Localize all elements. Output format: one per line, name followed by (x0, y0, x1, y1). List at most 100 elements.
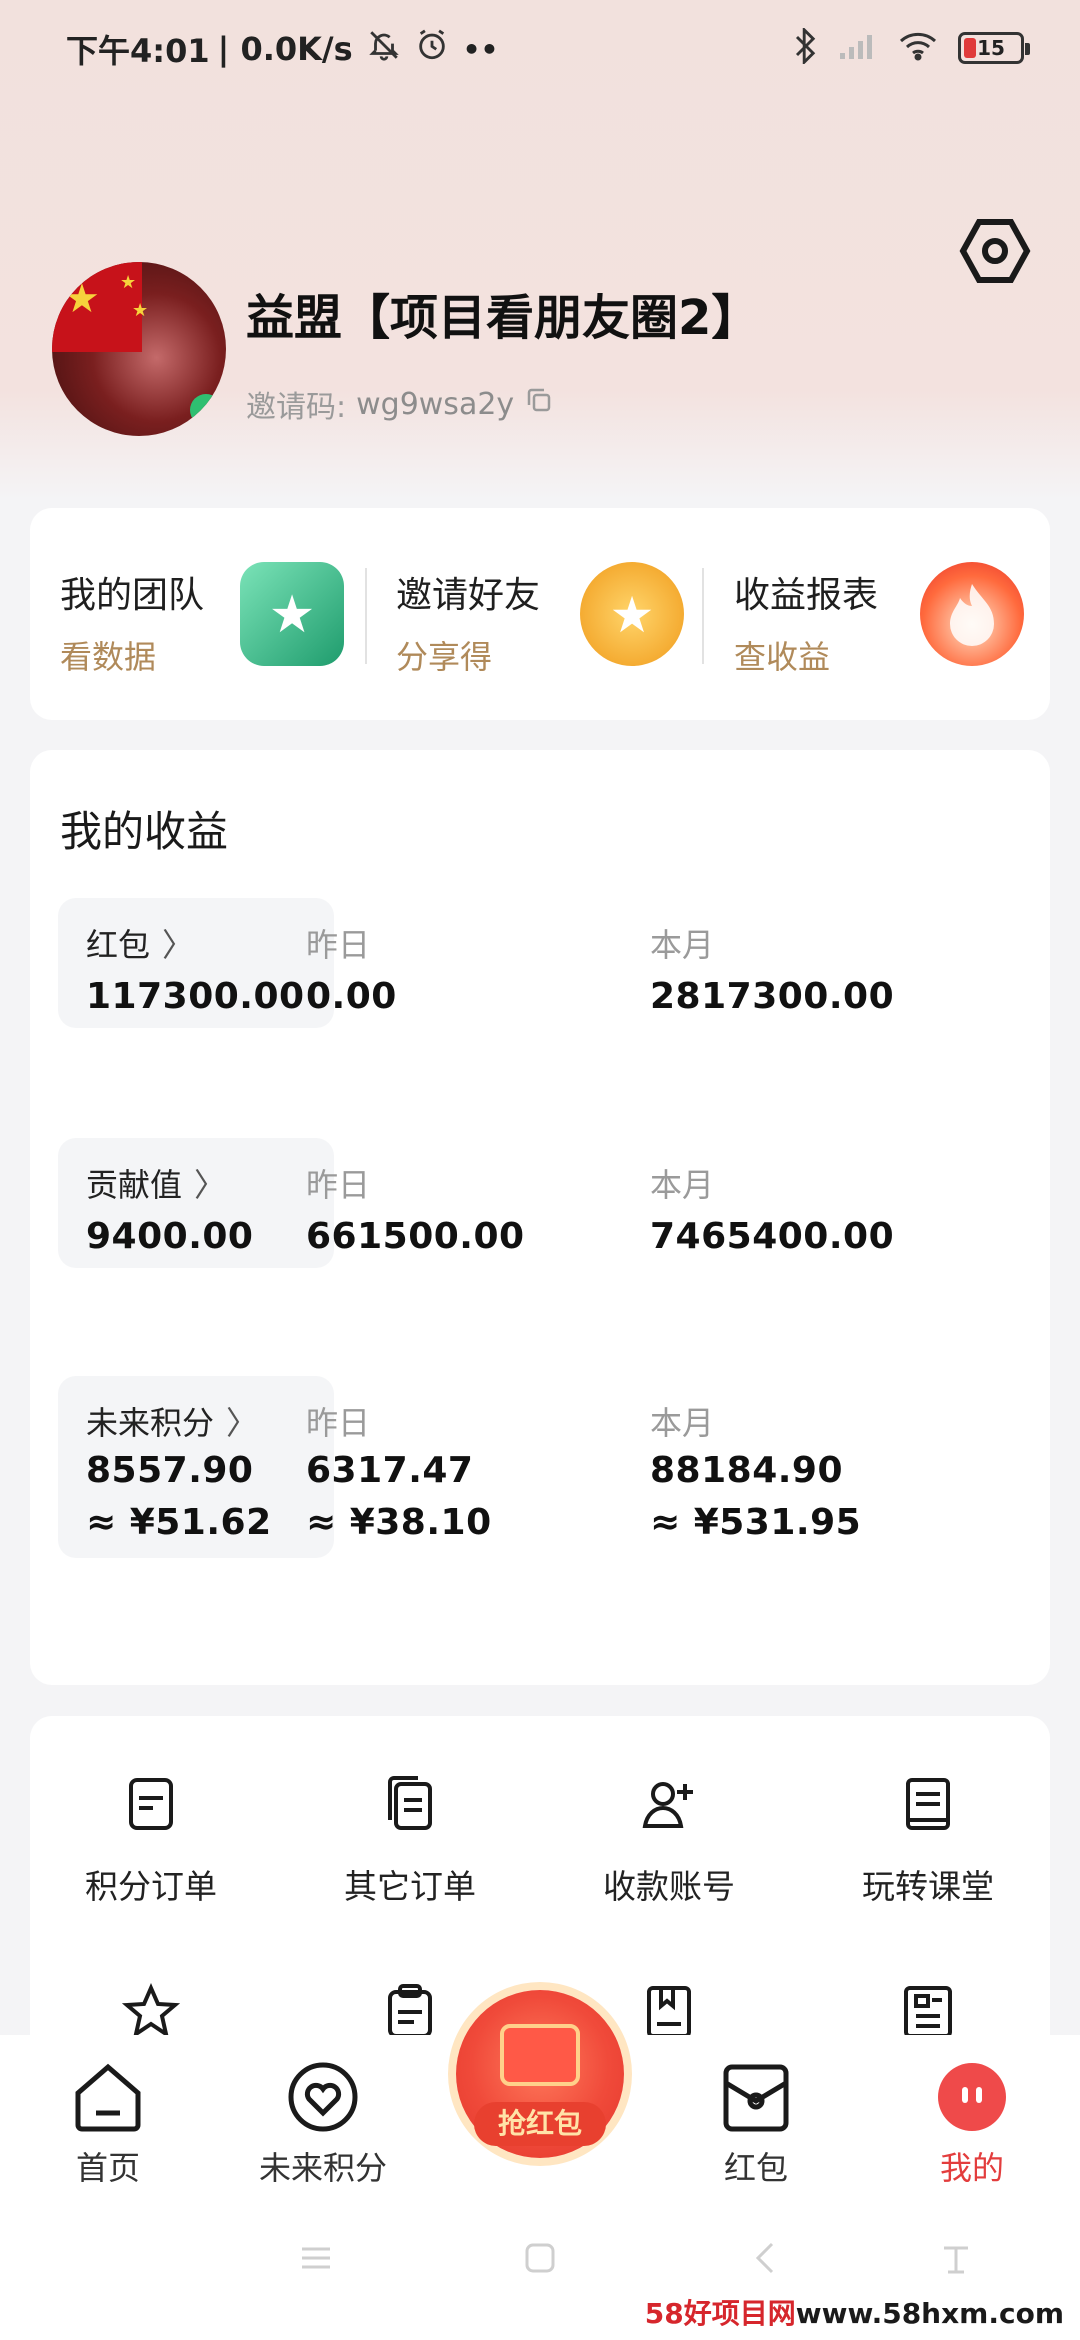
more-dots-icon: •• (462, 32, 499, 66)
redpacket-label: 红包〉 (86, 920, 194, 966)
chevron-right-icon: 〉 (226, 1404, 259, 1442)
earnings-report-sub: 查收益 (734, 638, 831, 676)
contribution-yesterday-label: 昨日 (306, 1166, 371, 1204)
signal-icon (838, 31, 878, 65)
future-points-yesterday-label: 昨日 (306, 1404, 371, 1442)
invite-coin-icon: ★ (580, 562, 684, 666)
id-card-item[interactable] (828, 1982, 1028, 2042)
verified-badge (190, 394, 222, 426)
alarm-icon (415, 28, 449, 70)
invite-friends-sub: 分享得 (396, 638, 493, 676)
future-points-label: 未来积分〉 (86, 1398, 258, 1444)
star-icon: ★ (132, 300, 149, 321)
watermark: 58好项目网www.58hxm.com (638, 2290, 1070, 2334)
mute-bell-icon (367, 28, 401, 70)
status-time: 下午4:01 (66, 32, 210, 70)
future-points-total: 8557.90 (86, 1450, 254, 1491)
status-bar: 下午4:01 | 0.0K/s •• 15 (0, 0, 1080, 96)
tab-red-packet[interactable]: 红包 (666, 2059, 846, 2189)
earnings-report-link[interactable]: 收益报表 查收益 (734, 566, 878, 678)
future-points-month-cny: ≈ ¥531.95 (650, 1502, 862, 1543)
tab-mine-label: 我的 (939, 2149, 1004, 2187)
battery-level: 15 (977, 36, 1005, 60)
watermark-url: www.58hxm.com (795, 2297, 1064, 2330)
user-name: 益盟【项目看朋友圈2】 (246, 290, 760, 346)
future-points-yesterday: 6317.47 (306, 1450, 474, 1491)
future-points-month-label: 本月 (650, 1404, 715, 1442)
wifi-icon (898, 31, 938, 65)
envelope-icon (718, 2059, 794, 2135)
mine-face-icon (934, 2059, 1010, 2135)
tab-future-points-label: 未来积分 (258, 2149, 387, 2187)
contribution-month-label: 本月 (650, 1166, 715, 1204)
contribution-month: 7465400.00 (650, 1216, 895, 1257)
star-outline-icon (121, 1982, 181, 2042)
other-orders-label: 其它订单 (344, 1867, 476, 1906)
future-points-total-cny: ≈ ¥51.62 (86, 1502, 272, 1543)
svg-text:★: ★ (269, 585, 316, 645)
invite-friends-link[interactable]: 邀请好友 分享得 (396, 566, 540, 678)
fire-icon (920, 562, 1024, 666)
redpacket-yesterday-label: 昨日 (306, 926, 371, 964)
quick-links-card: 我的团队 看数据 ★ 邀请好友 分享得 ★ 收益报表 查收益 (30, 508, 1050, 720)
grab-red-packet-label: 抢红包 (474, 2102, 606, 2146)
my-team-title: 我的团队 (60, 575, 205, 616)
add-user-icon (639, 1774, 699, 1834)
contribution-yesterday: 661500.00 (306, 1216, 525, 1257)
team-star-icon: ★ (240, 562, 344, 666)
tab-mine[interactable]: 我的 (882, 2059, 1062, 2189)
tab-future-points[interactable]: 未来积分 (233, 2059, 413, 2189)
my-team-sub: 看数据 (60, 638, 157, 676)
star-icon: ★ (120, 272, 137, 293)
earnings-report-title: 收益报表 (734, 575, 879, 616)
watermark-brand: 58好项目网 (644, 2297, 796, 2330)
points-orders-item[interactable]: 积分订单 (51, 1774, 251, 1908)
my-team-link[interactable]: 我的团队 看数据 (60, 566, 204, 678)
invite-friends-title: 邀请好友 (396, 575, 541, 616)
future-points-month: 88184.90 (650, 1450, 844, 1491)
contribution-total: 9400.00 (86, 1216, 254, 1257)
points-orders-label: 积分订单 (85, 1867, 217, 1906)
redpacket-month-label: 本月 (650, 926, 715, 964)
chevron-right-icon: 〉 (194, 1166, 227, 1204)
favorites-item[interactable] (51, 1982, 251, 2042)
book-icon (898, 1774, 958, 1834)
redpacket-total: 117300.00 (86, 976, 305, 1017)
accessibility-icon[interactable] (938, 2240, 974, 2280)
contribution-label: 贡献值〉 (86, 1160, 226, 1206)
tab-red-packet-label: 红包 (723, 2149, 788, 2187)
redpacket-total-box[interactable]: 红包〉 117300.00 (58, 898, 334, 1028)
earnings-title: 我的收益 (60, 807, 229, 856)
invite-code-row: 邀请码: wg9wsa2y (246, 382, 554, 426)
avatar[interactable]: ★ ★ ★ (52, 262, 226, 436)
copy-icon[interactable] (524, 385, 554, 423)
grab-red-packet-button[interactable]: 抢红包 (456, 1990, 624, 2158)
tab-home[interactable]: 首页 (18, 2059, 198, 2189)
files-icon (380, 1774, 440, 1834)
status-speed: | 0.0K/s (217, 30, 353, 68)
classroom-item[interactable]: 玩转课堂 (828, 1774, 1028, 1908)
future-points-yesterday-cny: ≈ ¥38.10 (306, 1502, 492, 1543)
other-orders-item[interactable]: 其它订单 (310, 1774, 510, 1908)
contribution-total-box[interactable]: 贡献值〉 9400.00 (58, 1138, 334, 1268)
battery-indicator: 15 (958, 32, 1030, 64)
classroom-label: 玩转课堂 (862, 1867, 994, 1906)
redpacket-yesterday: 0.00 (306, 976, 397, 1017)
tab-home-label: 首页 (75, 2149, 140, 2187)
home-icon (70, 2059, 146, 2135)
id-card-icon (898, 1982, 958, 2042)
divider (365, 568, 367, 664)
bluetooth-icon (794, 26, 818, 68)
payment-account-label: 收款账号 (603, 1867, 735, 1906)
settings-hexagon-icon[interactable] (958, 214, 1032, 288)
payment-account-item[interactable]: 收款账号 (569, 1774, 769, 1908)
future-points-total-box[interactable]: 未来积分〉 8557.90 ≈ ¥51.62 (58, 1376, 334, 1558)
earnings-card: 我的收益 红包〉 117300.00 昨日 0.00 本月 2817300.00… (30, 750, 1050, 1685)
bookmark-book-icon (639, 1982, 699, 2042)
home-square-icon[interactable] (522, 2240, 558, 2280)
chevron-right-icon: 〉 (162, 926, 195, 964)
back-icon[interactable] (748, 2240, 784, 2280)
heart-circle-icon (285, 2059, 361, 2135)
redpacket-month: 2817300.00 (650, 976, 895, 1017)
menu-icon[interactable] (298, 2240, 334, 2280)
